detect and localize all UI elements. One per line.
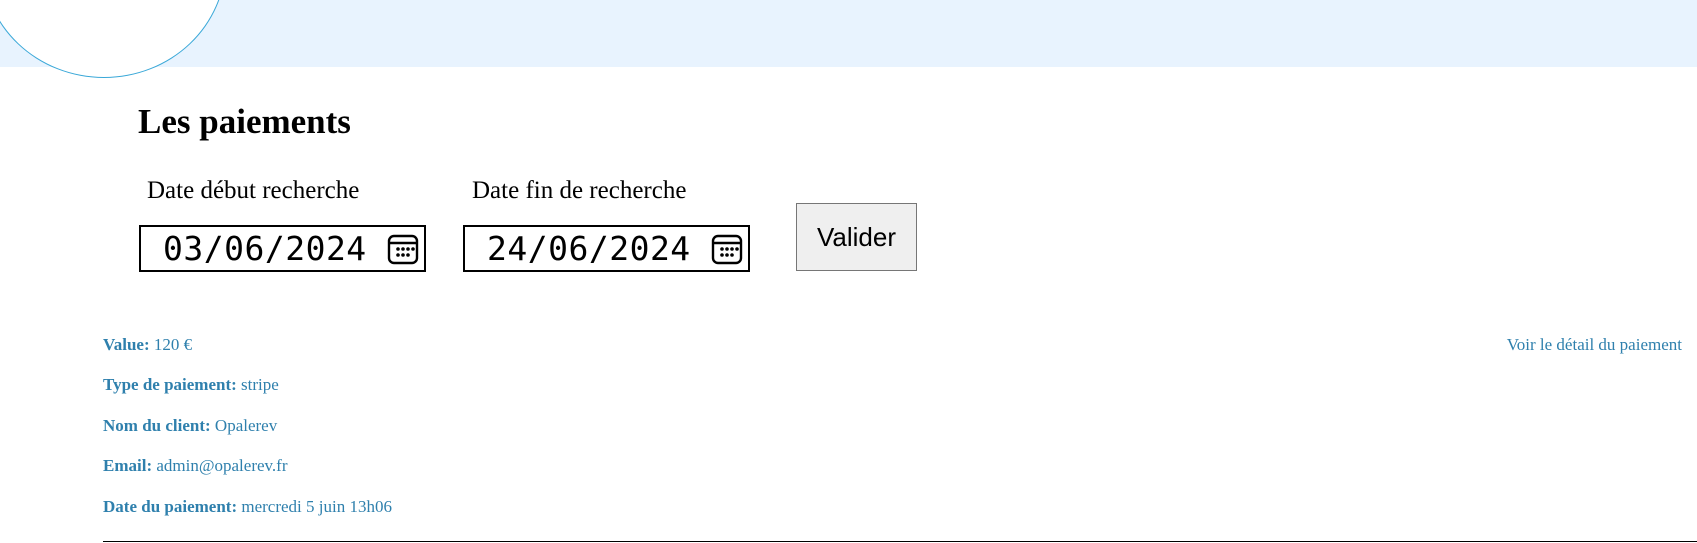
payment-type-row: Type de paiement: stripe <box>103 374 279 396</box>
end-date-label: Date fin de recherche <box>472 177 687 204</box>
payment-email: admin@opalerev.fr <box>156 456 288 475</box>
payment-value: 120 € <box>153 335 193 354</box>
payment-date-row: Date du paiement: mercredi 5 juin 13h06 <box>103 496 392 518</box>
valider-button[interactable]: Valider <box>796 203 917 271</box>
payment-date-label: Date du paiement: <box>103 497 238 516</box>
start-date-value: 03/06/2024 <box>163 229 367 268</box>
start-date-label: Date début recherche <box>147 177 360 204</box>
calendar-icon[interactable] <box>710 232 744 266</box>
payment-type-label: Type de paiement: <box>103 375 237 394</box>
payment-date: mercredi 5 juin 13h06 <box>241 497 392 516</box>
payment-type: stripe <box>241 375 279 394</box>
page: Les paiements Date début recherche 03/06… <box>0 0 1697 543</box>
calendar-icon[interactable] <box>386 232 420 266</box>
payment-email-row: Email: admin@opalerev.fr <box>103 455 288 477</box>
payment-client: Opalerev <box>214 416 278 435</box>
payment-value-row: Value: 120 € <box>103 334 192 356</box>
end-date-input[interactable]: 24/06/2024 <box>463 225 750 272</box>
payment-client-label: Nom du client: <box>103 416 211 435</box>
end-date-value: 24/06/2024 <box>487 229 691 268</box>
payment-email-label: Email: <box>103 456 153 475</box>
payment-client-row: Nom du client: Opalerev <box>103 415 277 437</box>
banner-circle-decoration <box>0 0 226 78</box>
top-banner <box>0 0 1697 78</box>
payment-divider <box>103 541 1697 542</box>
start-date-input[interactable]: 03/06/2024 <box>139 225 426 272</box>
payment-value-label: Value: <box>103 335 150 354</box>
payment-detail-link[interactable]: Voir le détail du paiement <box>1507 334 1682 356</box>
page-title: Les paiements <box>138 102 351 141</box>
